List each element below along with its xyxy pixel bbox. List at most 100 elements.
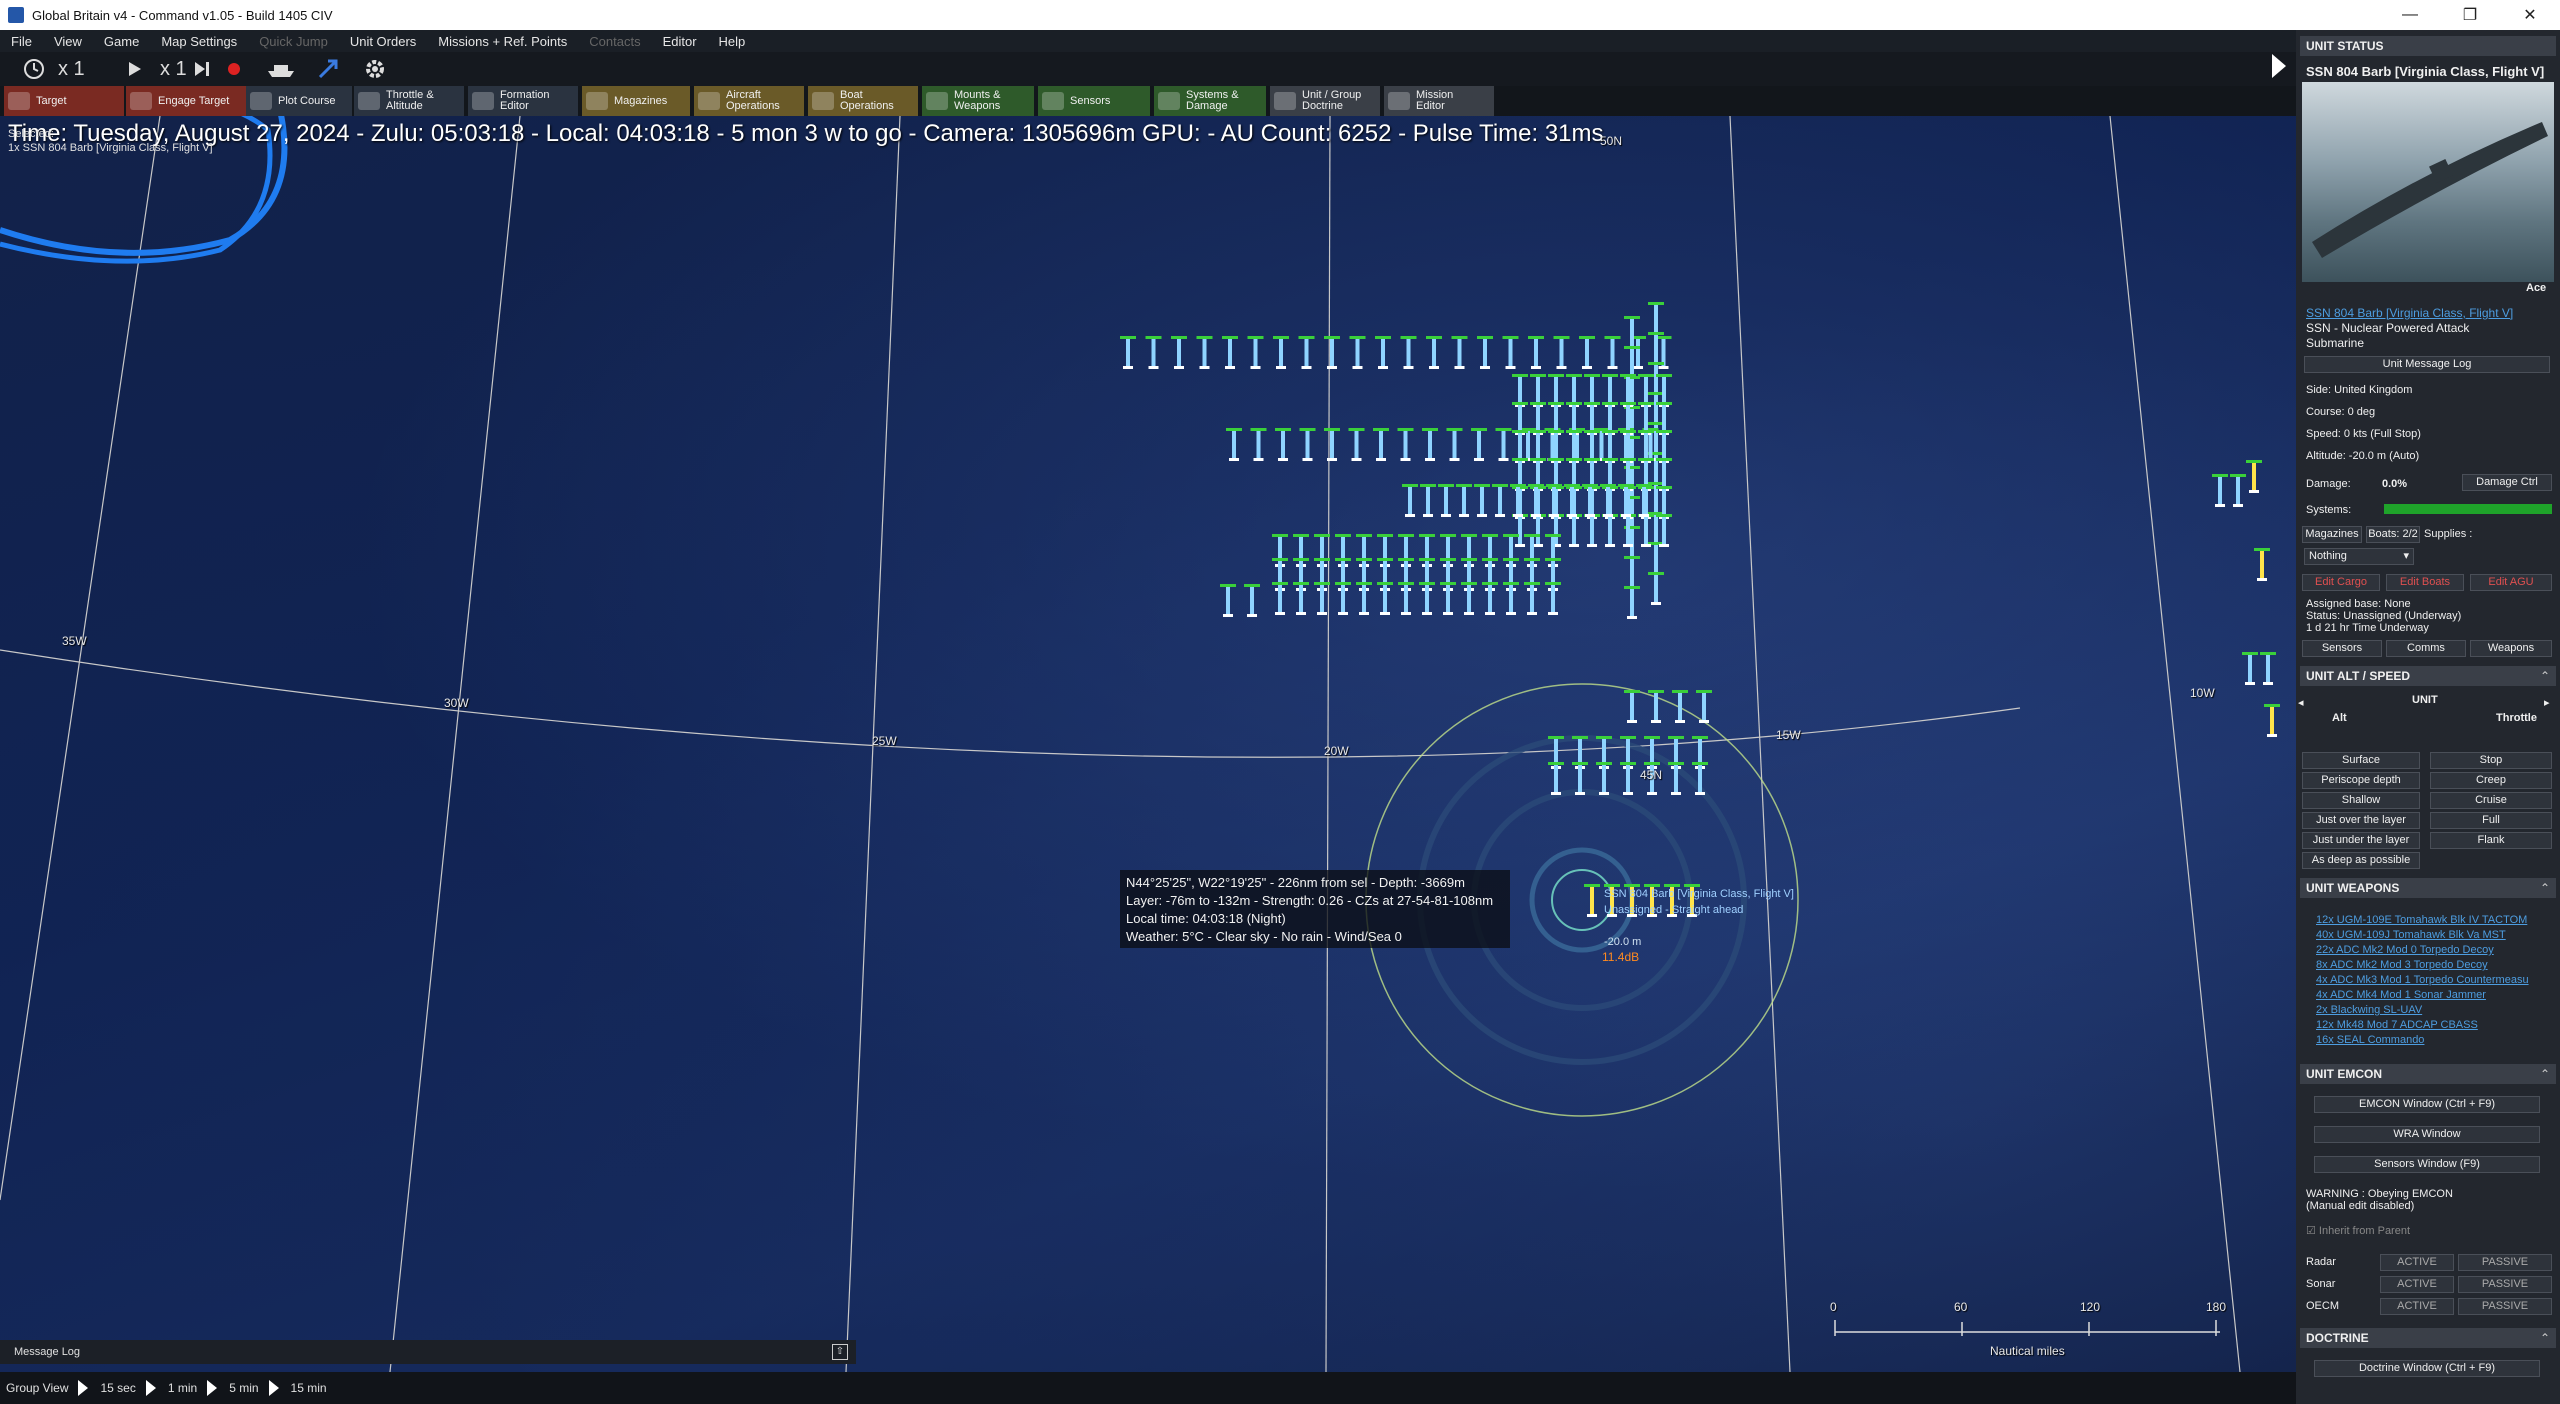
- mission-editor-button[interactable]: Mission Editor: [1384, 86, 1494, 116]
- magazines-button[interactable]: Magazines: [582, 86, 690, 116]
- menu-missions[interactable]: Missions + Ref. Points: [427, 34, 578, 49]
- unit-type: SSN - Nuclear Powered Attack: [2306, 321, 2470, 335]
- tactical-map[interactable]: [0, 116, 2296, 1372]
- alt-periscope-button[interactable]: Periscope depth: [2302, 772, 2420, 789]
- alt-shallow-button[interactable]: Shallow: [2302, 792, 2420, 809]
- radar-active-button[interactable]: ACTIVE: [2380, 1254, 2454, 1271]
- formation-editor-button[interactable]: Formation Editor: [468, 86, 578, 116]
- collapse-panel-icon[interactable]: [2272, 54, 2286, 78]
- unit-cluster[interactable]: [1100, 296, 1700, 756]
- unit-message-log-button[interactable]: Unit Message Log: [2304, 356, 2550, 373]
- step-15min[interactable]: 15 min: [291, 1381, 327, 1395]
- unit-alt-speed-header[interactable]: UNIT ALT / SPEED ⌃: [2300, 666, 2556, 686]
- edit-boats-button[interactable]: Edit Boats: [2386, 574, 2464, 591]
- boat-operations-button[interactable]: Boat Operations: [808, 86, 918, 116]
- ship-icon[interactable]: [266, 56, 296, 82]
- emcon-window-button[interactable]: EMCON Window (Ctrl + F9): [2314, 1096, 2540, 1113]
- supplies-select[interactable]: Nothing ▾: [2304, 548, 2414, 565]
- weapon-item[interactable]: 22x ADC Mk2 Mod 0 Torpedo Decoy: [2316, 944, 2494, 956]
- doctrine-button[interactable]: Unit / Group Doctrine: [1270, 86, 1380, 116]
- throttle-altitude-button[interactable]: Throttle & Altitude: [354, 86, 464, 116]
- speed-cruise-button[interactable]: Cruise: [2430, 792, 2552, 809]
- weapon-item[interactable]: 12x Mk48 Mod 7 ADCAP CBASS: [2316, 1019, 2478, 1031]
- group-view-label[interactable]: Group View: [6, 1381, 68, 1395]
- message-log-toggle-icon[interactable]: ⇧: [832, 1344, 848, 1360]
- sensors-panel-button[interactable]: Sensors: [2302, 640, 2382, 657]
- maximize-icon[interactable]: ❐: [2440, 0, 2500, 30]
- menu-help[interactable]: Help: [708, 34, 757, 49]
- menu-editor[interactable]: Editor: [652, 34, 708, 49]
- unit-name-label[interactable]: SSN 804 Barb [Virginia Class, Flight V]: [1604, 888, 1794, 900]
- target-button[interactable]: Target: [4, 86, 124, 116]
- edit-agu-button[interactable]: Edit AGU: [2470, 574, 2552, 591]
- menu-game[interactable]: Game: [93, 34, 150, 49]
- edit-cargo-button[interactable]: Edit Cargo: [2302, 574, 2380, 591]
- sensors-button[interactable]: Sensors: [1038, 86, 1150, 116]
- weapon-item[interactable]: 4x ADC Mk3 Mod 1 Torpedo Countermeasu: [2316, 974, 2529, 986]
- inherit-checkbox[interactable]: ☑ Inherit from Parent: [2306, 1224, 2410, 1237]
- alt-over-layer-button[interactable]: Just over the layer: [2302, 812, 2420, 829]
- speed-multiplier-1[interactable]: x 1: [58, 56, 85, 82]
- longitude-line-35w: [0, 116, 161, 1201]
- message-log-bar[interactable]: Message Log ⇧: [0, 1340, 856, 1364]
- weapon-item[interactable]: 8x ADC Mk2 Mod 3 Torpedo Decoy: [2316, 959, 2488, 971]
- minimize-icon[interactable]: —: [2380, 0, 2440, 30]
- alt-surface-button[interactable]: Surface: [2302, 752, 2420, 769]
- systems-damage-button[interactable]: Systems & Damage: [1154, 86, 1266, 116]
- unit-symbol: [2230, 474, 2246, 507]
- next-arrow-icon[interactable]: ▸: [2544, 696, 2550, 709]
- speed-stop-button[interactable]: Stop: [2430, 752, 2552, 769]
- weapon-item[interactable]: 4x ADC Mk4 Mod 1 Sonar Jammer: [2316, 989, 2486, 1001]
- sonar-active-button[interactable]: ACTIVE: [2380, 1276, 2454, 1293]
- speed-multiplier-2[interactable]: x 1: [160, 56, 187, 82]
- menu-file[interactable]: File: [0, 34, 43, 49]
- doctrine-window-button[interactable]: Doctrine Window (Ctrl + F9): [2314, 1360, 2540, 1377]
- step-icon[interactable]: [192, 56, 212, 82]
- speed-creep-button[interactable]: Creep: [2430, 772, 2552, 789]
- alt-under-layer-button[interactable]: Just under the layer: [2302, 832, 2420, 849]
- menu-map-settings[interactable]: Map Settings: [150, 34, 248, 49]
- gear-icon[interactable]: [362, 56, 388, 82]
- unit-status-header[interactable]: UNIT STATUS: [2300, 36, 2556, 56]
- prev-arrow-icon[interactable]: ◂: [2298, 696, 2304, 709]
- weapon-item[interactable]: 40x UGM-109J Tomahawk Blk Va MST: [2316, 929, 2506, 941]
- close-icon[interactable]: ✕: [2500, 0, 2560, 30]
- boats-panel-button[interactable]: Boats: 2/2: [2366, 526, 2420, 543]
- oecm-active-button[interactable]: ACTIVE: [2380, 1298, 2454, 1315]
- unit-name-link[interactable]: SSN 804 Barb [Virginia Class, Flight V]: [2306, 306, 2513, 320]
- alt-deep-button[interactable]: As deep as possible: [2302, 852, 2420, 869]
- wra-window-button[interactable]: WRA Window: [2314, 1126, 2540, 1143]
- clock-icon[interactable]: [22, 56, 46, 82]
- speed-full-button[interactable]: Full: [2430, 812, 2552, 829]
- step-1min[interactable]: 1 min: [168, 1381, 197, 1395]
- menu-unit-orders[interactable]: Unit Orders: [339, 34, 427, 49]
- damage-ctrl-button[interactable]: Damage Ctrl: [2462, 474, 2552, 491]
- play-icon[interactable]: [124, 56, 144, 82]
- step-15sec[interactable]: 15 sec: [100, 1381, 135, 1395]
- weapons-panel-button[interactable]: Weapons: [2470, 640, 2552, 657]
- weapon-item[interactable]: 2x Blackwing SL-UAV: [2316, 1004, 2422, 1016]
- speed-flank-button[interactable]: Flank: [2430, 832, 2552, 849]
- mounts-weapons-button[interactable]: Mounts & Weapons: [922, 86, 1034, 116]
- menu-view[interactable]: View: [43, 34, 93, 49]
- menu-contacts[interactable]: Contacts: [578, 34, 651, 49]
- sonar-passive-button[interactable]: PASSIVE: [2458, 1276, 2552, 1293]
- magazines-panel-button[interactable]: Magazines: [2302, 526, 2362, 543]
- comms-panel-button[interactable]: Comms: [2386, 640, 2466, 657]
- weapon-item[interactable]: 12x UGM-109E Tomahawk Blk IV TACTOM: [2316, 914, 2527, 926]
- engage-target-button[interactable]: Engage Target: [126, 86, 262, 116]
- unit-weapons-header[interactable]: UNIT WEAPONS ⌃: [2300, 878, 2556, 898]
- weapon-item[interactable]: 16x SEAL Commando: [2316, 1034, 2424, 1046]
- record-icon[interactable]: [224, 56, 244, 82]
- aircraft-operations-button[interactable]: Aircraft Operations: [694, 86, 804, 116]
- aircraft-icon[interactable]: [316, 56, 340, 82]
- menu-quick-jump[interactable]: Quick Jump: [248, 34, 339, 49]
- plot-course-button[interactable]: Plot Course: [246, 86, 352, 116]
- step-5min[interactable]: 5 min: [229, 1381, 258, 1395]
- sensors-window-button[interactable]: Sensors Window (F9): [2314, 1156, 2540, 1173]
- radar-passive-button[interactable]: PASSIVE: [2458, 1254, 2552, 1271]
- lat-label-50n: 50N: [1600, 134, 1623, 148]
- oecm-passive-button[interactable]: PASSIVE: [2458, 1298, 2552, 1315]
- unit-emcon-header[interactable]: UNIT EMCON ⌃: [2300, 1064, 2556, 1084]
- doctrine-header[interactable]: DOCTRINE ⌃: [2300, 1328, 2556, 1348]
